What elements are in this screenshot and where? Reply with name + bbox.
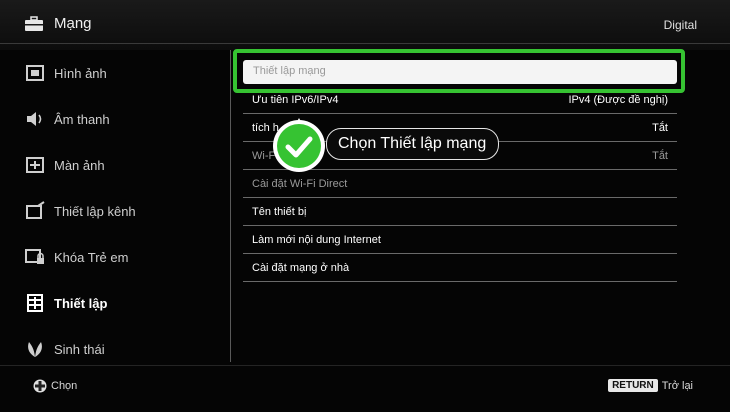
menu-row-ipv6-ipv4[interactable]: Ưu tiên IPv6/IPv4 IPv4 (Được đề nghị) — [252, 86, 668, 114]
menu-row-value: Tắt — [652, 122, 668, 134]
sidebar-item-eco[interactable]: Sinh thái — [24, 335, 224, 363]
speaker-icon — [27, 112, 42, 126]
sidebar-divider — [230, 50, 231, 362]
sidebar-item-label: Âm thanh — [54, 111, 110, 127]
menu-row-wifi-direct[interactable]: Cài đặt Wi-Fi Direct — [252, 170, 668, 198]
sidebar-item-sound[interactable]: Âm thanh — [24, 105, 224, 133]
menu-row-device-name[interactable]: Tên thiết bị — [252, 198, 668, 226]
sidebar-item-picture[interactable]: Hình ảnh — [24, 59, 224, 87]
sidebar: Hình ảnh Âm thanh Màn ảnh Thiết lập kênh… — [0, 50, 230, 362]
footer-divider — [0, 365, 730, 366]
footer-select-label: Chọn — [51, 380, 78, 392]
callout-label: Chọn Thiết lập mạng — [326, 128, 500, 160]
menu-row-refresh-internet[interactable]: Làm mới nội dung Internet — [252, 226, 668, 254]
leaf-icon — [28, 342, 42, 357]
sidebar-item-label: Khóa Trẻ em — [54, 249, 129, 265]
sidebar-item-label: Thiết lập kênh — [54, 203, 136, 219]
sidebar-item-label: Hình ảnh — [54, 65, 107, 81]
header-divider — [0, 43, 730, 44]
sidebar-item-label: Sinh thái — [54, 341, 105, 357]
sidebar-item-label: Thiết lập — [54, 295, 108, 311]
sidebar-item-parental-lock[interactable]: Khóa Trẻ em — [24, 243, 224, 271]
footer-return-label: Trở lại — [661, 379, 693, 392]
menu-row-label: Cài đặt Wi-Fi Direct — [252, 178, 348, 190]
menu-row-value: IPv4 (Được đề nghị) — [568, 94, 668, 106]
menu-row-label: Cài đặt mạng ở nhà — [252, 262, 350, 274]
input-source-label: Digital — [663, 18, 697, 32]
sidebar-item-setup[interactable]: Thiết lập — [24, 289, 224, 317]
setup-icon — [27, 294, 43, 312]
screen-icon — [26, 157, 44, 173]
lock-icon — [25, 249, 44, 264]
sidebar-item-label: Màn ảnh — [54, 157, 105, 173]
dpad-icon — [33, 379, 47, 393]
menu-row-label: Ưu tiên IPv6/IPv4 — [252, 94, 339, 106]
footer-select-hint: Chọn — [33, 379, 77, 393]
picture-icon — [26, 65, 44, 81]
row-divider — [243, 281, 677, 282]
menu-row-label: Tên thiết bị — [252, 206, 307, 218]
channel-icon — [26, 201, 45, 219]
briefcase-icon — [25, 16, 43, 31]
checkmark-icon — [273, 118, 325, 172]
sidebar-item-screen[interactable]: Màn ảnh — [24, 151, 224, 179]
menu-row-home-network[interactable]: Cài đặt mạng ở nhà — [252, 254, 668, 282]
sidebar-item-channel-setup[interactable]: Thiết lập kênh — [24, 197, 224, 225]
header-bar: Mạng Digital — [0, 0, 730, 50]
return-key: RETURN — [608, 379, 658, 392]
page-title: Mạng — [54, 15, 92, 32]
callout-text: Chọn Thiết lập mạng — [338, 135, 487, 152]
menu-row-label: Làm mới nội dung Internet — [252, 234, 381, 246]
menu-row-value: Tắt — [652, 150, 668, 162]
footer-return-hint[interactable]: RETURN Trở lại — [608, 379, 693, 392]
